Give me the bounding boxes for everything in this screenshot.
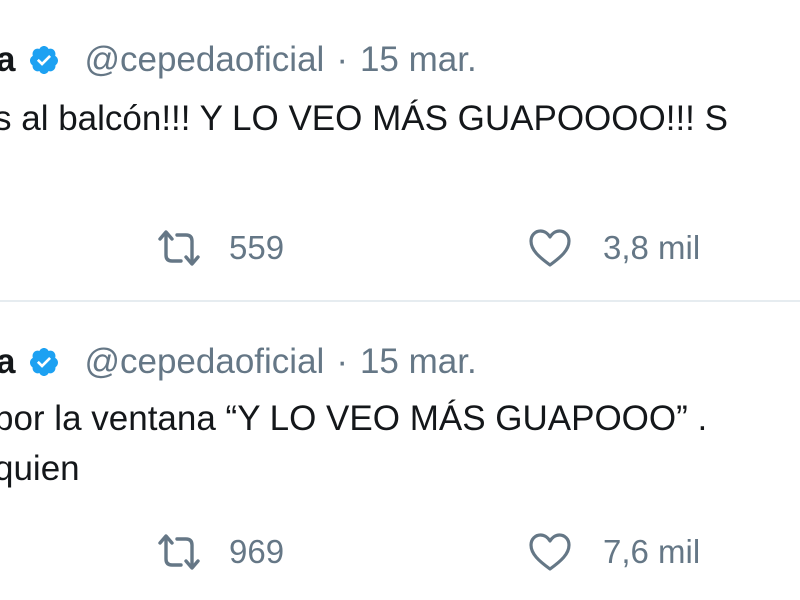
header-separator: · <box>336 40 348 79</box>
verified-badge-icon <box>28 44 60 76</box>
tweet-card[interactable]: a @cepedaoficial · 15 mar. s al balcón!!… <box>0 0 800 302</box>
tweet-text-line: quien <box>0 449 80 488</box>
like-count: 3,8 mil <box>603 229 701 266</box>
like-count: 7,6 mil <box>603 533 701 570</box>
tweet-card[interactable]: a @cepedaoficial · 15 mar. por la ventan… <box>0 302 800 600</box>
tweet-header: a @cepedaoficial · 15 mar. <box>0 38 477 82</box>
author-handle[interactable]: @cepedaoficial <box>84 38 324 82</box>
tweet-actions: 969 7,6 mil <box>0 530 800 574</box>
tweet-actions: 559 3,8 mil <box>0 226 800 270</box>
author-name[interactable]: a <box>0 38 15 82</box>
tweet-text-line: por la ventana “Y LO VEO MÁS GUAPOOO” . <box>0 399 708 438</box>
author-name[interactable]: a <box>0 340 15 384</box>
retweet-count: 559 <box>229 229 285 266</box>
like-button[interactable]: 3,8 mil <box>527 226 700 270</box>
heart-icon <box>527 227 573 269</box>
tweet-text-line: s al balcón!!! Y LO VEO MÁS GUAPOOOO!!! … <box>0 99 728 138</box>
retweet-icon <box>155 226 203 270</box>
tweet-feed: a @cepedaoficial · 15 mar. s al balcón!!… <box>0 0 800 600</box>
author-handle[interactable]: @cepedaoficial <box>84 340 324 384</box>
tweet-text: s al balcón!!! Y LO VEO MÁS GUAPOOOO!!! … <box>0 94 800 144</box>
retweet-icon <box>155 530 203 574</box>
tweet-date[interactable]: 15 mar. <box>360 38 477 82</box>
tweet-header: a @cepedaoficial · 15 mar. <box>0 340 477 384</box>
header-separator: · <box>336 342 348 381</box>
like-button[interactable]: 7,6 mil <box>527 530 700 574</box>
heart-icon <box>527 531 573 573</box>
retweet-count: 969 <box>229 533 285 570</box>
tweet-date[interactable]: 15 mar. <box>360 340 477 384</box>
verified-badge-icon <box>28 346 60 378</box>
retweet-button[interactable]: 969 <box>155 530 284 574</box>
retweet-button[interactable]: 559 <box>155 226 284 270</box>
tweet-text: por la ventana “Y LO VEO MÁS GUAPOOO” . … <box>0 394 800 494</box>
